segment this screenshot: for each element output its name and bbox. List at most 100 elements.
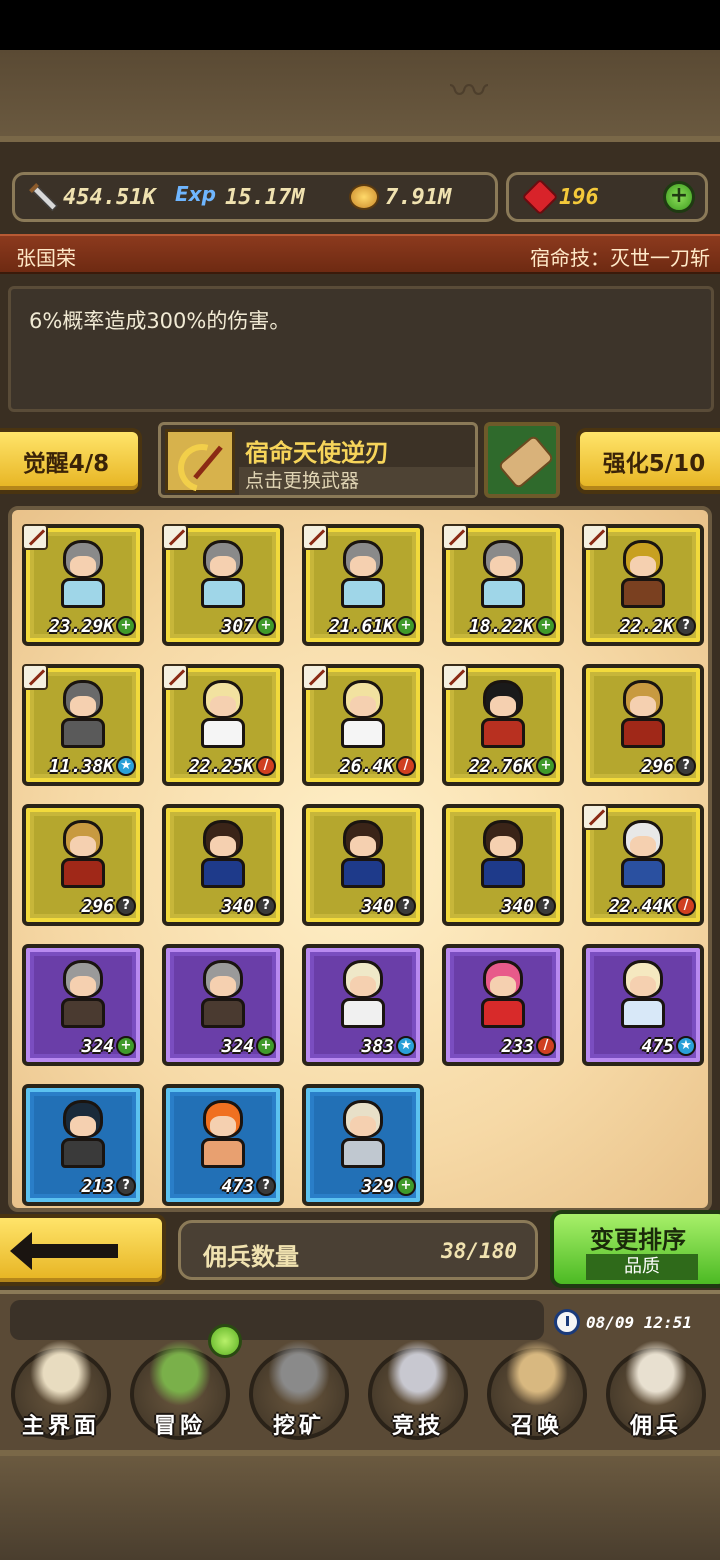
portrait-outfit bbox=[341, 718, 385, 748]
mercenary-card[interactable]: 213? bbox=[22, 1084, 144, 1206]
mercenary-card[interactable]: 329 + bbox=[302, 1084, 424, 1206]
mercenary-card[interactable]: 23.29K + bbox=[22, 524, 144, 646]
mercenary-portrait bbox=[333, 960, 393, 1030]
level-value: 21.61K bbox=[328, 615, 394, 637]
portrait-face bbox=[490, 976, 516, 996]
card-level: 296? bbox=[30, 894, 136, 918]
mercenary-card[interactable]: 296? bbox=[22, 804, 144, 926]
mercenary-card[interactable]: 383 ★ bbox=[302, 944, 424, 1066]
level-value: 22.44K bbox=[608, 895, 674, 917]
card-level: 22.44K / bbox=[590, 894, 696, 918]
card-level: 473? bbox=[170, 1174, 276, 1198]
scroll-icon[interactable] bbox=[484, 422, 560, 498]
portrait-outfit bbox=[481, 718, 525, 748]
portrait-outfit bbox=[201, 998, 245, 1028]
skill-description: 6%概率造成300%的伤害。 bbox=[29, 309, 291, 333]
sort-button[interactable]: 变更排序 品质 bbox=[550, 1210, 720, 1288]
status-plus-icon: + bbox=[536, 616, 556, 636]
portrait-outfit bbox=[201, 718, 245, 748]
mercenary-card[interactable]: 307 + bbox=[162, 524, 284, 646]
portrait-face bbox=[350, 836, 376, 856]
mercenary-card[interactable]: 22.25K / bbox=[162, 664, 284, 786]
portrait-face bbox=[70, 976, 96, 996]
mercenary-card[interactable]: 22.76K + bbox=[442, 664, 564, 786]
status-q-icon: ? bbox=[256, 1176, 276, 1196]
status-plus-icon: + bbox=[396, 1176, 416, 1196]
equipped-sword-icon bbox=[162, 524, 188, 550]
level-value: 324 bbox=[81, 1035, 114, 1057]
attack-stat: 454.51K bbox=[27, 175, 156, 219]
level-value: 329 bbox=[361, 1175, 394, 1197]
mercenary-card[interactable]: 340? bbox=[162, 804, 284, 926]
portrait-face bbox=[490, 836, 516, 856]
portrait-face bbox=[630, 696, 656, 716]
attack-value: 454.51K bbox=[63, 184, 156, 210]
mercenary-card[interactable]: 340? bbox=[302, 804, 424, 926]
mercenary-portrait bbox=[333, 680, 393, 750]
level-value: 473 bbox=[221, 1175, 254, 1197]
card-level: 23.29K + bbox=[30, 614, 136, 638]
gem-bar: 196 + bbox=[506, 172, 708, 222]
status-q-icon: ? bbox=[116, 1176, 136, 1196]
portrait-outfit bbox=[201, 578, 245, 608]
portrait-outfit bbox=[341, 1138, 385, 1168]
equipped-sword-icon bbox=[582, 804, 608, 830]
weapon-selector[interactable]: 宿命天使逆刃 点击更换武器 bbox=[158, 422, 478, 498]
enhance-label: 强化5/10 bbox=[602, 451, 706, 477]
mercenary-portrait bbox=[613, 540, 673, 610]
mercenary-card[interactable]: 18.22K + bbox=[442, 524, 564, 646]
gem-stat: 196 bbox=[521, 175, 599, 219]
mercenary-card[interactable]: 324 + bbox=[162, 944, 284, 1066]
card-level: 340? bbox=[310, 894, 416, 918]
nav-item[interactable]: 召唤 bbox=[482, 1340, 592, 1444]
enhance-button[interactable]: 强化5/10 bbox=[576, 428, 720, 494]
mercenary-card[interactable]: 340? bbox=[442, 804, 564, 926]
card-level: 340? bbox=[170, 894, 276, 918]
nav-item[interactable]: 主界面 bbox=[6, 1340, 116, 1444]
status-q-icon: ? bbox=[676, 616, 696, 636]
mercenary-card[interactable]: 473? bbox=[162, 1084, 284, 1206]
portrait-face bbox=[70, 1116, 96, 1136]
mercenary-card[interactable]: 475 ★ bbox=[582, 944, 704, 1066]
card-level: 21.61K + bbox=[310, 614, 416, 638]
mercenary-portrait bbox=[613, 820, 673, 890]
clock: 08/09 12:51 bbox=[554, 1304, 714, 1340]
weapon-name: 宿命天使逆刃 bbox=[245, 439, 389, 467]
mercenary-card[interactable]: 296? bbox=[582, 664, 704, 786]
level-value: 340 bbox=[501, 895, 534, 917]
mercenary-card[interactable]: 22.44K / bbox=[582, 804, 704, 926]
status-q-icon: ? bbox=[256, 896, 276, 916]
level-value: 307 bbox=[221, 615, 254, 637]
add-gems-button[interactable]: + bbox=[663, 181, 695, 213]
mercenary-card[interactable]: 11.38K ★ bbox=[22, 664, 144, 786]
portrait-face bbox=[210, 556, 236, 576]
sword-icon bbox=[27, 182, 57, 212]
nav-item[interactable]: 佣兵 bbox=[601, 1340, 711, 1444]
nav-item[interactable]: 挖矿 bbox=[244, 1340, 354, 1444]
mercenary-portrait bbox=[193, 960, 253, 1030]
status-dash-icon: / bbox=[256, 756, 276, 776]
portrait-outfit bbox=[61, 578, 105, 608]
mercenary-card[interactable]: 22.2K? bbox=[582, 524, 704, 646]
mercenary-portrait bbox=[613, 680, 673, 750]
mercenary-portrait bbox=[473, 540, 533, 610]
awaken-button[interactable]: 觉醒4/8 bbox=[0, 428, 142, 494]
portrait-outfit bbox=[61, 1138, 105, 1168]
notification-dot bbox=[208, 1324, 242, 1358]
card-level: 18.22K + bbox=[450, 614, 556, 638]
card-level: 22.25K / bbox=[170, 754, 276, 778]
nav-item[interactable]: 竞技 bbox=[363, 1340, 473, 1444]
portrait-face bbox=[350, 976, 376, 996]
status-star-icon: ★ bbox=[116, 756, 136, 776]
back-button[interactable] bbox=[0, 1214, 166, 1286]
portrait-outfit bbox=[341, 998, 385, 1028]
mercenary-portrait bbox=[53, 540, 113, 610]
count-value: 38/180 bbox=[441, 1239, 517, 1263]
mercenary-card[interactable]: 26.4K / bbox=[302, 664, 424, 786]
mercenary-card[interactable]: 21.61K + bbox=[302, 524, 424, 646]
mercenary-card[interactable]: 324 + bbox=[22, 944, 144, 1066]
portrait-outfit bbox=[61, 998, 105, 1028]
mercenary-card[interactable]: 233/ bbox=[442, 944, 564, 1066]
portrait-face bbox=[210, 696, 236, 716]
status-star-icon: ★ bbox=[396, 1036, 416, 1056]
